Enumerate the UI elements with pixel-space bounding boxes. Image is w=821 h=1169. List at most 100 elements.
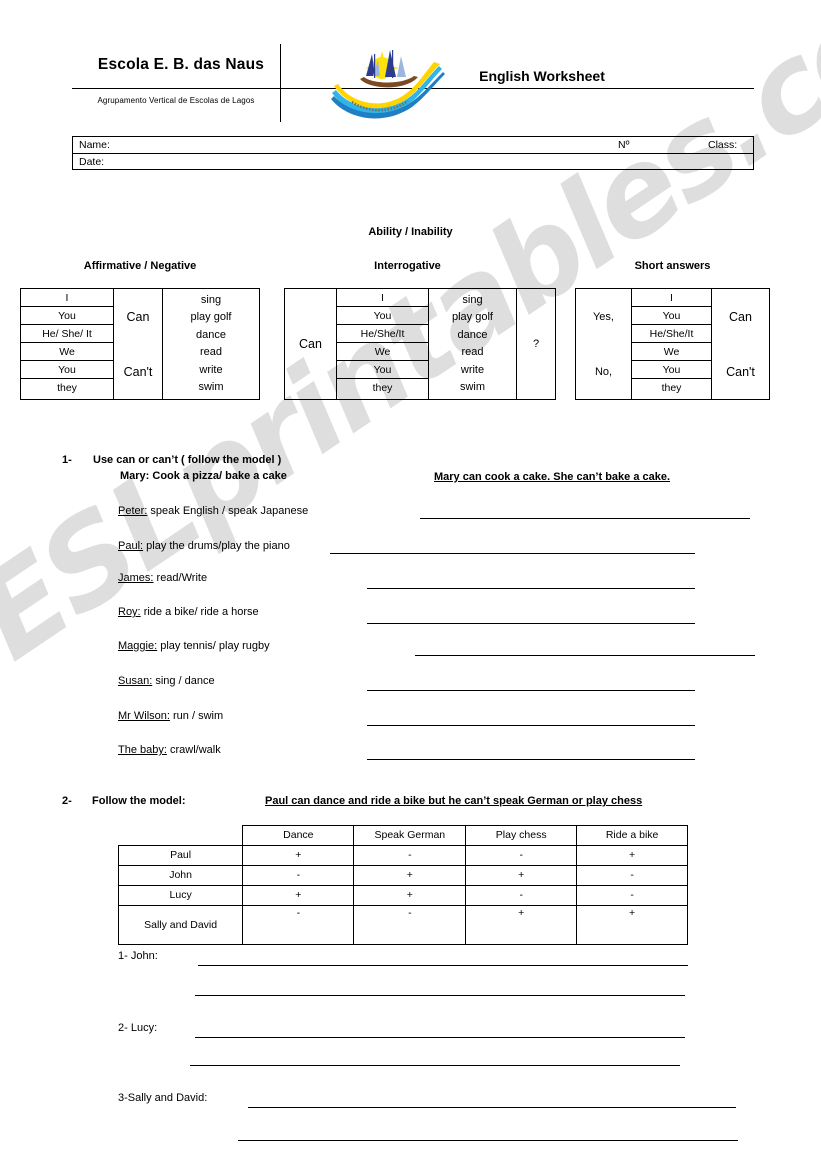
answer-line[interactable] bbox=[367, 623, 695, 624]
row-label: Lucy bbox=[117, 885, 244, 906]
answer-line[interactable] bbox=[367, 690, 695, 691]
student-info-divider bbox=[73, 153, 753, 154]
exercise1-item: Roy: ride a bike/ ride a horse bbox=[118, 606, 259, 618]
interrogative-question-mark-column: ? bbox=[517, 289, 555, 399]
exercise1-item: Susan: sing / dance bbox=[118, 675, 215, 687]
ability-cell: + bbox=[576, 845, 688, 866]
ability-cell: - bbox=[353, 905, 467, 945]
exercise1-item-task: sing / dance bbox=[155, 675, 215, 687]
exercise2-answer-label: 3-Sally and David: bbox=[118, 1092, 208, 1104]
answer-line[interactable] bbox=[248, 1107, 736, 1108]
school-subtitle: Agrupamento Vertical de Escolas de Lagos bbox=[97, 96, 255, 105]
name-field-label[interactable]: Name: bbox=[79, 138, 110, 152]
pronoun-cell: You bbox=[21, 361, 113, 379]
verb-item: sing bbox=[462, 293, 483, 306]
affirmative-negative-table: I You He/ She/ It We You they Can Can't … bbox=[20, 288, 260, 400]
table-row: Lucy + + - - bbox=[117, 885, 688, 906]
school-sailboat-logo-icon bbox=[331, 50, 445, 119]
pronoun-cell: You bbox=[337, 361, 428, 379]
worksheet-page: ESLprintables.com Escola E. B. das Naus … bbox=[0, 0, 821, 1169]
header-vertical-rule bbox=[280, 44, 281, 122]
pronoun-cell: He/She/It bbox=[632, 325, 711, 343]
pronoun-cell: I bbox=[21, 289, 113, 307]
verb-item: read bbox=[461, 346, 484, 358]
header-rule-left bbox=[72, 88, 280, 89]
student-info-box: Name: Nº Class: Date: bbox=[72, 136, 754, 170]
verb-item: write bbox=[460, 363, 485, 376]
ability-cell: + bbox=[465, 905, 578, 945]
interrogative-verb-column: sing play golf dance read write swim bbox=[429, 289, 517, 399]
exercise1-model-prompt: Mary: Cook a pizza/ bake a cake bbox=[120, 470, 287, 482]
ability-cell: + bbox=[353, 885, 467, 906]
modal-can: Can bbox=[299, 337, 322, 351]
table-row: Paul + - - + bbox=[117, 845, 688, 866]
no-label: No, bbox=[594, 365, 613, 378]
answer-line[interactable] bbox=[415, 655, 755, 656]
answer-line[interactable] bbox=[367, 588, 695, 589]
exercise1-model-answer: Mary can cook a cake. She can’t bake a c… bbox=[434, 471, 671, 483]
exercise1-item-name: Susan: bbox=[118, 675, 153, 687]
exercise1-item-task: crawl/walk bbox=[169, 744, 221, 756]
table-row: Sally and David - - + + bbox=[117, 905, 688, 945]
exercise1-instruction: Use can or can’t ( follow the model ) bbox=[93, 454, 282, 466]
affirmative-verb-column: sing play golf dance read write swim bbox=[163, 289, 259, 399]
modal-can: Can bbox=[729, 309, 752, 324]
pronoun-cell: He/ She/ It bbox=[21, 325, 113, 343]
table-corner-cell bbox=[118, 825, 244, 846]
affirmative-negative-title: Affirmative / Negative bbox=[83, 260, 197, 272]
answer-line[interactable] bbox=[367, 725, 695, 726]
interrogative-title: Interrogative bbox=[374, 260, 441, 272]
exercise1-item-task: read/Write bbox=[156, 572, 208, 584]
answer-line[interactable] bbox=[195, 995, 685, 996]
exercise1-item-name: The baby: bbox=[118, 744, 167, 756]
number-field-label[interactable]: Nº bbox=[618, 138, 629, 152]
table-row: John - + + - bbox=[117, 865, 688, 886]
exercise2-model-answer: Paul can dance and ride a bike but he ca… bbox=[265, 795, 643, 807]
ability-cell: + bbox=[576, 905, 688, 945]
short-answers-pronoun-column: I You He/She/It We You they bbox=[632, 289, 712, 399]
yes-label: Yes, bbox=[592, 310, 614, 323]
exercise1-item-task: play tennis/ play rugby bbox=[160, 640, 270, 652]
modal-cant: Can't bbox=[123, 364, 153, 379]
answer-line[interactable] bbox=[330, 553, 695, 554]
pronoun-cell: You bbox=[632, 307, 711, 325]
exercise2-answer-label: 1- John: bbox=[118, 950, 158, 962]
answer-line[interactable] bbox=[420, 518, 750, 519]
ability-cell: - bbox=[576, 885, 688, 906]
answer-line[interactable] bbox=[195, 1037, 685, 1038]
pronoun-cell: I bbox=[337, 289, 428, 307]
row-label: Sally and David bbox=[117, 905, 244, 945]
exercise1-item-task: play the drums/play the piano bbox=[146, 540, 290, 552]
exercise1-item: Peter: speak English / speak Japanese bbox=[118, 505, 308, 517]
modal-can: Can bbox=[126, 309, 150, 324]
pronoun-cell: We bbox=[21, 343, 113, 361]
ability-cell: + bbox=[465, 865, 578, 886]
row-label: John bbox=[117, 865, 244, 886]
question-mark: ? bbox=[532, 338, 540, 350]
class-field-label[interactable]: Class: bbox=[708, 138, 737, 152]
page-header: Escola E. B. das Naus Agrupamento Vertic… bbox=[72, 44, 754, 122]
pronoun-cell: they bbox=[661, 382, 682, 394]
exercise1-item-name: Mr Wilson: bbox=[118, 710, 170, 722]
answer-line[interactable] bbox=[238, 1140, 738, 1141]
pronoun-cell: I bbox=[632, 289, 711, 307]
answer-line[interactable] bbox=[190, 1065, 680, 1066]
ability-cell: + bbox=[242, 845, 355, 866]
exercise1-item: Paul: play the drums/play the piano bbox=[118, 540, 290, 552]
date-field-label[interactable]: Date: bbox=[79, 155, 104, 169]
short-answers-yesno-column: Yes, No, bbox=[576, 289, 632, 399]
affirmative-pronoun-column: I You He/ She/ It We You they bbox=[21, 289, 114, 399]
pronoun-cell: You bbox=[632, 361, 711, 379]
exercise1-item: Maggie: play tennis/ play rugby bbox=[118, 640, 270, 652]
pronoun-cell: You bbox=[21, 307, 113, 325]
exercise1-item-name: Paul: bbox=[118, 540, 144, 552]
exercise1-item-name: Roy: bbox=[118, 606, 141, 618]
pronoun-cell: He/She/It bbox=[337, 325, 428, 343]
short-answers-table: Yes, No, I You He/She/It We You they Can… bbox=[575, 288, 770, 400]
exercise1-item-name: James: bbox=[118, 572, 154, 584]
ability-cell: + bbox=[242, 885, 355, 906]
answer-line[interactable] bbox=[367, 759, 695, 760]
answer-line[interactable] bbox=[198, 965, 688, 966]
affirmative-modal-column: Can Can't bbox=[114, 289, 163, 399]
column-header: Ride a bike bbox=[576, 825, 688, 846]
